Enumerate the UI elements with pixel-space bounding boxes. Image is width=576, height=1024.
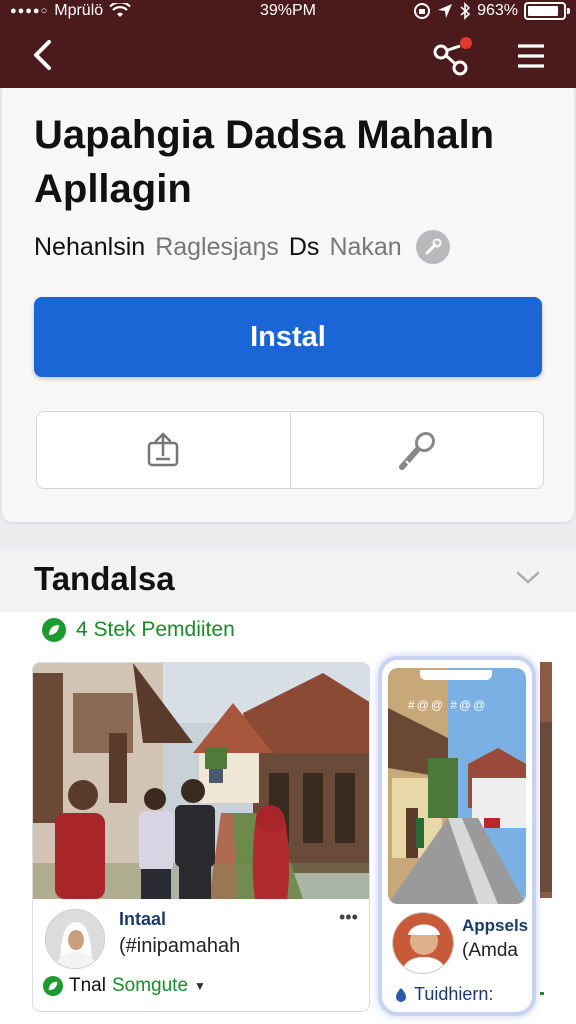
share-upload-icon (148, 432, 179, 467)
share-icon[interactable] (432, 36, 476, 76)
stats-label: 4 Stek Pemdiiten (76, 618, 235, 641)
hamburger-menu-icon[interactable] (516, 42, 546, 70)
post-meta-label: Tuidhiern: (414, 984, 494, 1004)
phone-preview-card[interactable]: #@@ #@@ Appsels (Amda Tuidhiern: (378, 656, 536, 1016)
app-developer[interactable]: Nehanlsin Raglesjaŋs Ds Nakan (34, 230, 450, 264)
wrench-icon (398, 431, 435, 470)
status-bar: ●●●●○ Mprülö 39%PM 963% (0, 0, 576, 24)
chevron-left-icon[interactable] (28, 38, 58, 72)
post-author-handle: (Amda (462, 940, 518, 961)
location-arrow-icon (438, 4, 453, 18)
developer-name-part: Nehanlsin (34, 232, 146, 261)
wrench-badge-icon (415, 230, 450, 264)
phone-notch (420, 670, 492, 680)
notification-dot (460, 37, 472, 49)
location-drop-icon (394, 987, 408, 1003)
peek-photo (540, 662, 552, 1012)
dropdown-caret-icon: ▼ (194, 979, 206, 993)
reviews-section: Tandalsa 4 Stek Pemdiiten Intaal (#inipa… (0, 550, 576, 1024)
phone-screen-text: #@@ #@@ (408, 698, 488, 712)
developer-name-part: Ds (288, 232, 320, 261)
post-meta-tag: Somgute (111, 975, 189, 996)
chevron-down-icon[interactable] (514, 566, 542, 588)
developer-name-part: Raglesjaŋs (155, 232, 279, 261)
phone-footer: Appsels (Amda Tuidhiern: (382, 906, 532, 1012)
developer-name-part: Nakan (329, 232, 402, 261)
status-right: 963% (413, 2, 570, 20)
nav-bar (0, 24, 576, 88)
post-card[interactable]: Intaal (#inipamahah ••• Tnal Somgute ▼ (32, 662, 370, 1012)
section-stats: 4 Stek Pemdiiten (42, 618, 235, 642)
share-upload-button[interactable] (37, 412, 290, 488)
peek-card[interactable] (540, 662, 576, 1012)
leaf-icon (42, 618, 66, 642)
post-meta[interactable]: Tuidhiern: (394, 984, 493, 1005)
battery-icon (524, 2, 570, 20)
post-meta-prefix: Tnal (69, 975, 106, 996)
wrench-button[interactable] (289, 412, 544, 488)
avatar[interactable] (392, 912, 454, 974)
village-street-photo (33, 663, 369, 899)
section-header[interactable]: Tandalsa (0, 550, 576, 612)
leaf-icon (43, 976, 63, 996)
install-button[interactable]: Instal (34, 297, 542, 377)
rotation-lock-icon (414, 3, 431, 19)
avatar[interactable] (45, 909, 105, 969)
post-footer: Intaal (#inipamahah ••• Tnal Somgute ▼ (33, 899, 369, 1011)
bluetooth-icon (460, 2, 471, 20)
phone-screen: #@@ #@@ (388, 668, 526, 904)
section-title: Tandalsa (34, 560, 175, 597)
action-row (36, 411, 544, 489)
post-author-name: Appsels (462, 916, 529, 935)
battery-percent: 963% (477, 2, 518, 19)
post-meta[interactable]: Tnal Somgute ▼ (43, 975, 206, 997)
post-author-handle: (#inipamahah (119, 935, 241, 957)
more-options-icon[interactable]: ••• (339, 907, 358, 928)
app-card: Uapahgia Dadsa Mahaln Apllagin Nehanlsin… (2, 88, 574, 522)
app-title: Uapahgia Dadsa Mahaln Apllagin (34, 113, 495, 211)
post-author-name: Intaal (119, 909, 167, 929)
